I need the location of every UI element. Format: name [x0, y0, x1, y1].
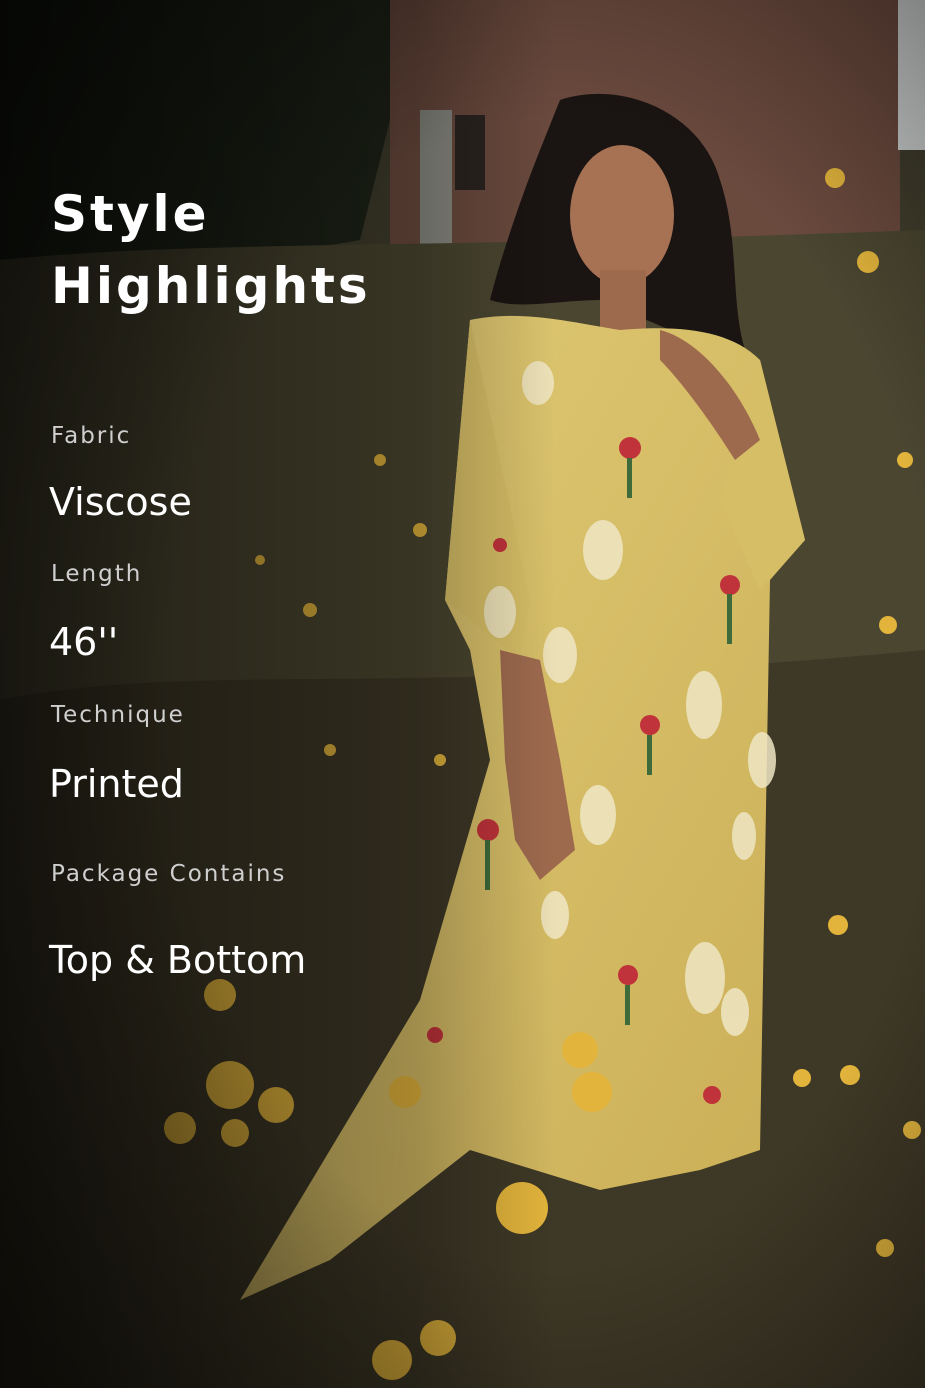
style-highlights-title: Style Highlights	[51, 178, 371, 322]
package-contains-label: Package Contains	[51, 861, 287, 887]
fabric-value: Viscose	[49, 480, 192, 524]
fabric-label: Fabric	[51, 423, 132, 449]
package-contains-value: Top & Bottom	[49, 938, 307, 982]
technique-label: Technique	[51, 702, 185, 728]
style-highlights-overlay: Style Highlights Fabric Viscose Length 4…	[0, 0, 925, 1388]
technique-value: Printed	[49, 762, 184, 806]
title-line-2: Highlights	[51, 257, 371, 315]
length-value: 46''	[49, 620, 119, 664]
title-line-1: Style	[51, 185, 210, 243]
length-label: Length	[51, 561, 143, 587]
